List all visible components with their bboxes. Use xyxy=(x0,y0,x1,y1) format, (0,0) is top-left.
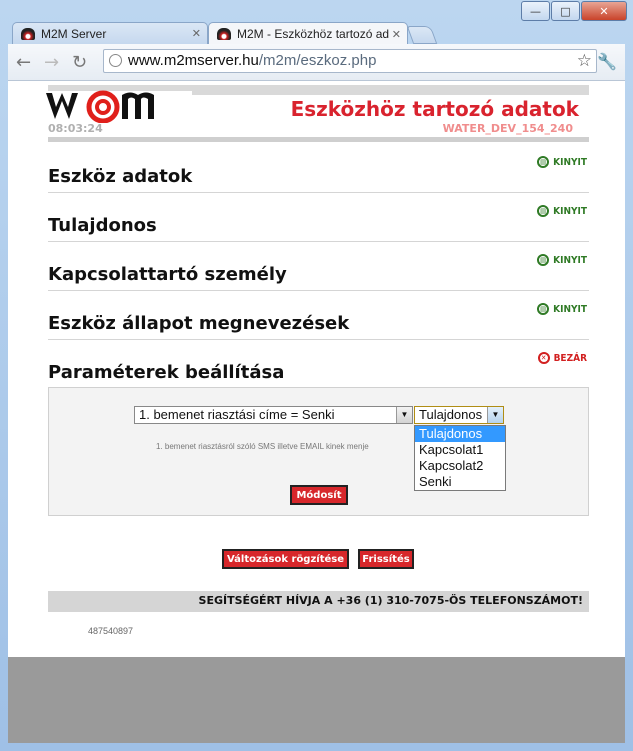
open-icon: ▤ xyxy=(537,254,550,266)
section-title: Paraméterek beállítása xyxy=(48,362,285,383)
open-toggle[interactable]: ▤ KINYIT xyxy=(537,205,587,217)
toggle-label: KINYIT xyxy=(553,303,587,315)
section-state-names: Eszköz állapot megnevezések ▤ KINYIT xyxy=(48,290,589,340)
helpline-text: SEGÍTSÉGÉRT HÍVJA A +36 (1) 310-7075-ÖS … xyxy=(198,594,583,607)
header-divider xyxy=(48,137,589,142)
close-tab-icon[interactable]: ✕ xyxy=(392,28,401,41)
window-controls: — □ ✕ xyxy=(520,1,627,21)
minimize-button[interactable]: — xyxy=(521,1,550,21)
page-title: Eszközhöz tartozó adatok xyxy=(290,97,579,121)
globe-icon xyxy=(109,54,122,67)
section-title: Eszköz adatok xyxy=(48,166,193,187)
dropdown-option[interactable]: Kapcsolat1 xyxy=(415,442,505,458)
parameter-select-value: 1. bemenet riasztási címe = Senki xyxy=(139,407,335,422)
favicon-icon xyxy=(21,27,35,40)
forward-arrow-icon[interactable]: → xyxy=(44,52,59,73)
clock: 08:03:24 xyxy=(48,122,103,135)
dropdown-option[interactable]: Senki xyxy=(415,474,505,490)
section-owner: Tulajdonos ▤ KINYIT xyxy=(48,192,589,242)
modify-button[interactable]: Módosít xyxy=(290,485,348,505)
browser-toolbar: ← → ↻ www.m2mserver.hu/m2m/eszkoz.php ☆ … xyxy=(8,44,625,81)
maximize-button[interactable]: □ xyxy=(551,1,580,21)
open-toggle[interactable]: ▤ KINYIT xyxy=(537,303,587,315)
toggle-label: BEZÁR xyxy=(553,352,587,364)
chevron-down-icon: ▼ xyxy=(396,407,412,423)
open-icon: ▤ xyxy=(537,205,550,217)
address-bar[interactable]: www.m2mserver.hu/m2m/eszkoz.php ☆ xyxy=(103,49,597,73)
tab-m2m-server[interactable]: M2M Server ✕ xyxy=(12,22,208,44)
visit-counter: 487540897 xyxy=(88,626,134,636)
close-window-button[interactable]: ✕ xyxy=(581,1,627,21)
device-id: WATER_DEV_154_240 xyxy=(442,122,573,135)
back-arrow-icon[interactable]: ← xyxy=(16,52,31,73)
reload-icon[interactable]: ↻ xyxy=(72,52,87,73)
dropdown-option[interactable]: Kapcsolat2 xyxy=(415,458,505,474)
bookmark-star-icon[interactable]: ☆ xyxy=(577,50,592,72)
recipient-dropdown: Tulajdonos Kapcsolat1 Kapcsolat2 Senki xyxy=(414,425,506,491)
toggle-label: KINYIT xyxy=(553,205,587,217)
help-text: 1. bemenet riasztásról szóló SMS illetve… xyxy=(156,442,369,451)
refresh-button[interactable]: Frissítés xyxy=(358,549,414,569)
recipient-select[interactable]: Tulajdonos ▼ xyxy=(414,406,504,424)
page-footer-area xyxy=(8,657,625,743)
section-device-data: Eszköz adatok ▤ KINYIT xyxy=(48,143,589,193)
favicon-icon xyxy=(217,28,231,40)
close-x-icon: ✕ xyxy=(537,352,550,364)
tab-device-data[interactable]: M2M - Eszközhöz tartozó ad ✕ xyxy=(208,22,408,45)
browser-window: — □ ✕ M2M Server ✕ M2M - Eszközhöz tarto… xyxy=(0,0,633,751)
tab-label: M2M - Eszközhöz tartozó ad xyxy=(237,27,390,41)
section-title: Eszköz állapot megnevezések xyxy=(48,313,350,334)
toggle-label: KINYIT xyxy=(553,254,587,266)
open-toggle[interactable]: ▤ KINYIT xyxy=(537,254,587,266)
section-title: Tulajdonos xyxy=(48,215,157,236)
wm-logo xyxy=(42,90,192,123)
parameter-select[interactable]: 1. bemenet riasztási címe = Senki ▼ xyxy=(134,406,413,424)
url-path: /m2m/eszkoz.php xyxy=(258,52,377,69)
section-title: Kapcsolattartó személy xyxy=(48,264,287,285)
section-contact-person: Kapcsolattartó személy ▤ KINYIT xyxy=(48,241,589,291)
new-tab-button[interactable] xyxy=(406,26,438,44)
open-icon: ▤ xyxy=(537,303,550,315)
dropdown-option[interactable]: Tulajdonos xyxy=(415,426,505,442)
helpline-bar: SEGÍTSÉGÉRT HÍVJA A +36 (1) 310-7075-ÖS … xyxy=(48,591,589,612)
save-changes-button[interactable]: Változások rögzítése xyxy=(222,549,349,569)
close-tab-icon[interactable]: ✕ xyxy=(192,27,201,40)
wrench-icon[interactable]: 🔧 xyxy=(597,52,617,71)
chevron-down-icon: ▼ xyxy=(487,407,503,423)
url-host: www.m2mserver.hu xyxy=(128,52,259,69)
toggle-label: KINYIT xyxy=(553,156,587,168)
tab-label: M2M Server xyxy=(41,26,107,41)
open-toggle[interactable]: ▤ KINYIT xyxy=(537,156,587,168)
section-parameters: Paraméterek beállítása ✕ BEZÁR xyxy=(48,339,589,388)
recipient-select-value: Tulajdonos xyxy=(419,407,483,422)
page-viewport: Eszközhöz tartozó adatok 08:03:24 WATER_… xyxy=(8,81,625,743)
close-toggle[interactable]: ✕ BEZÁR xyxy=(537,352,587,364)
open-icon: ▤ xyxy=(537,156,550,168)
